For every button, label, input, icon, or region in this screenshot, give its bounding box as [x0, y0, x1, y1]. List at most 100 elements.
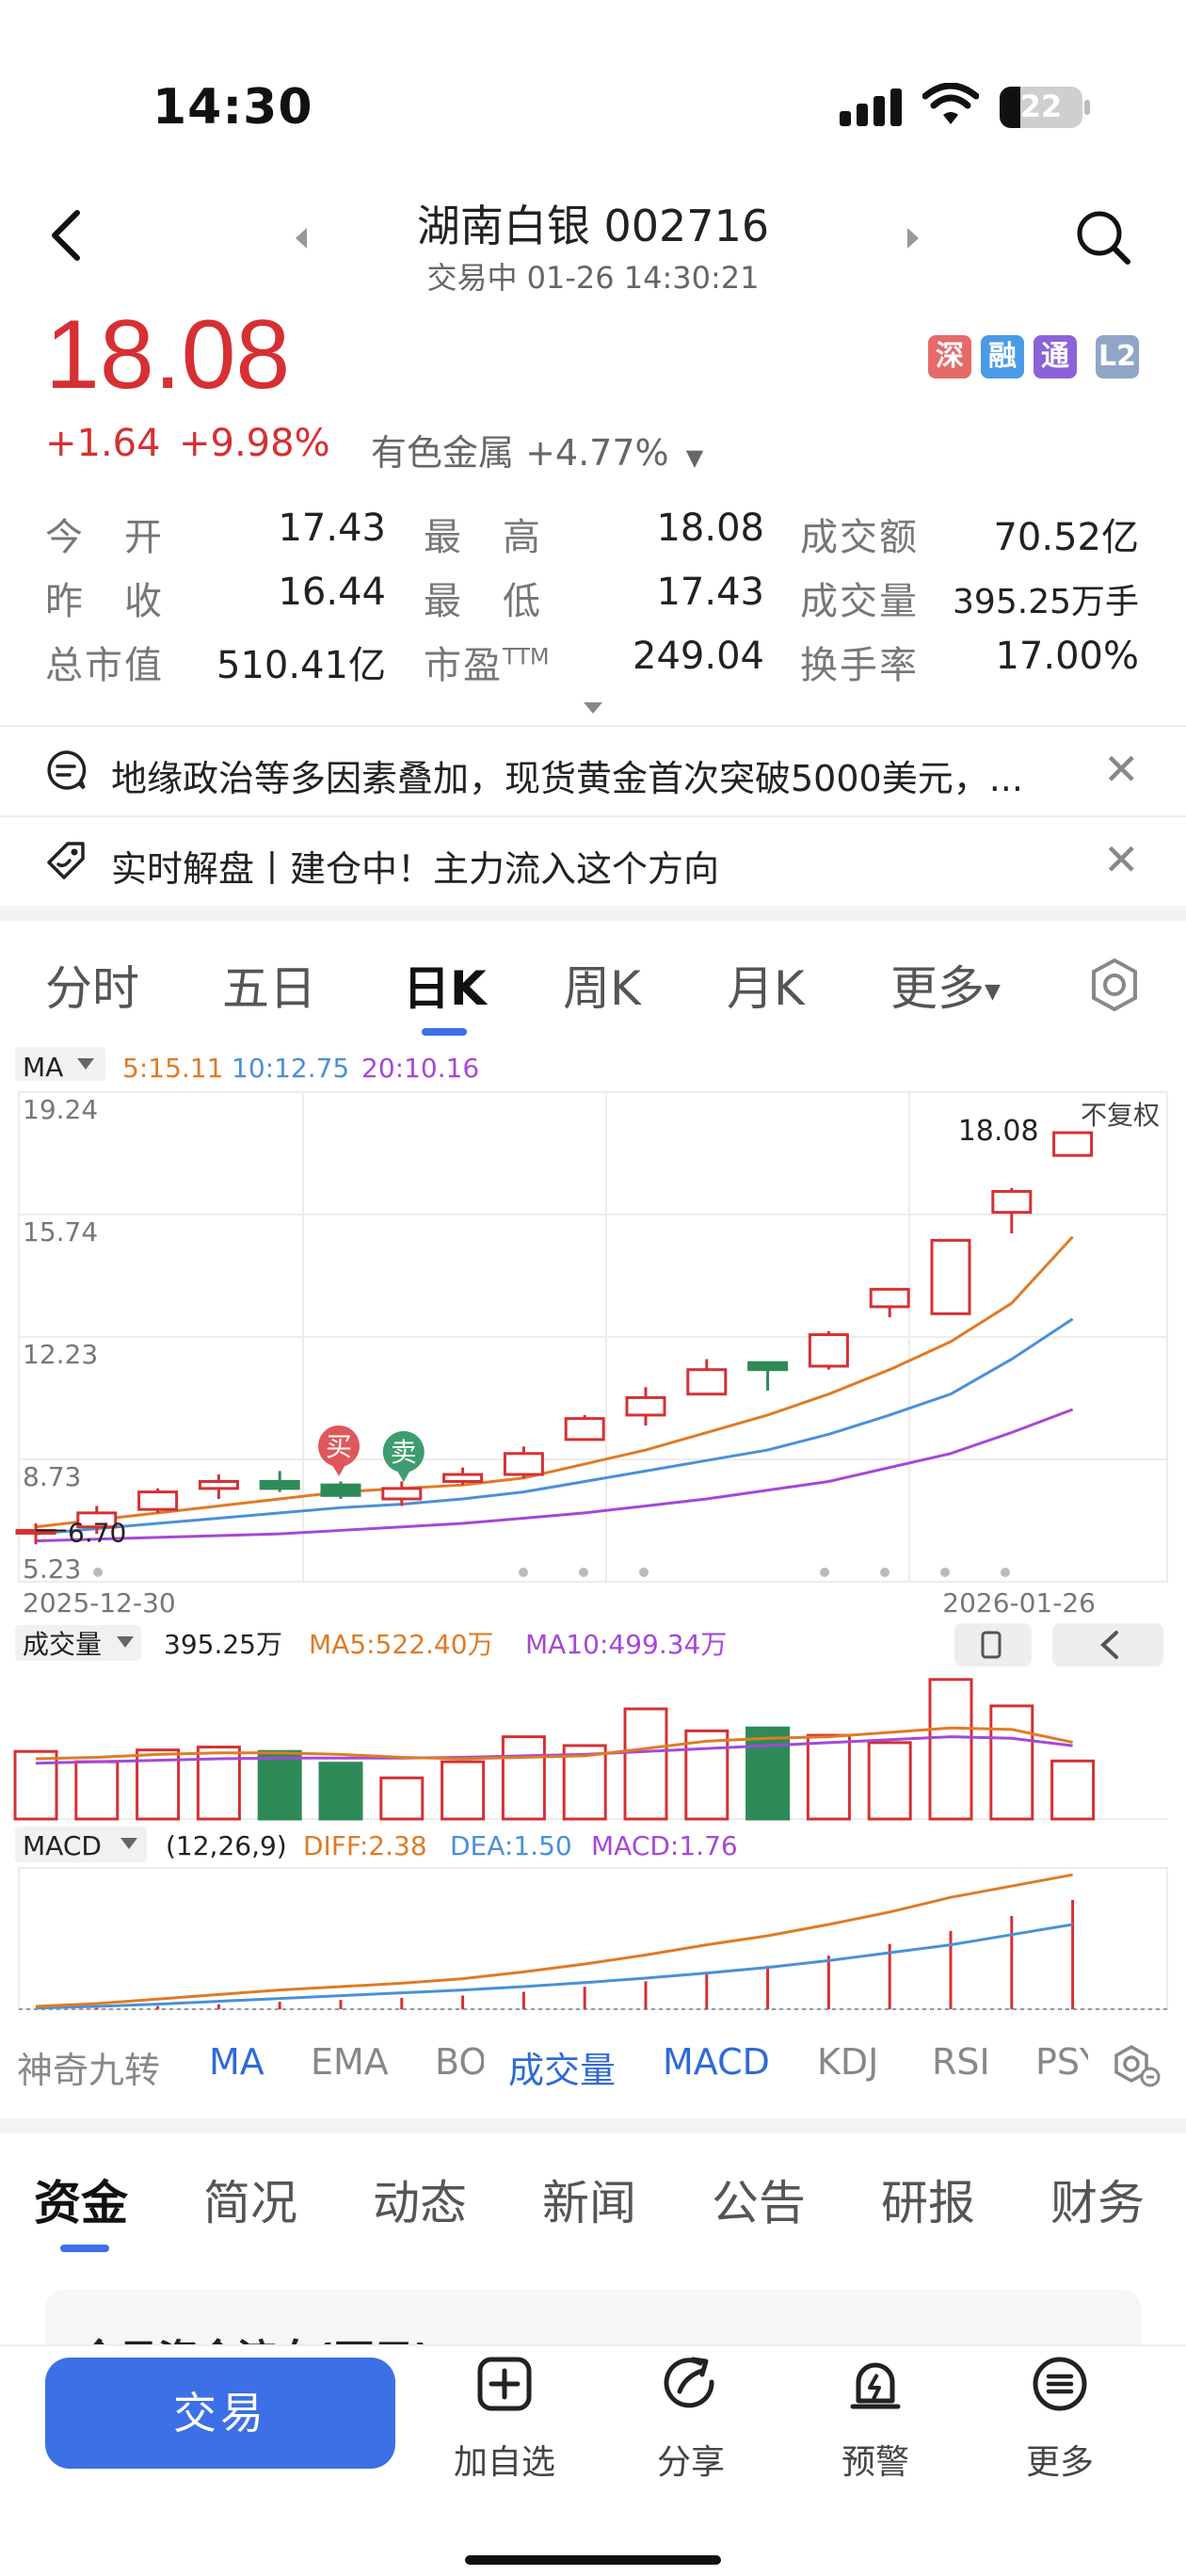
date-axis-end: 2026-01-26: [942, 1587, 1096, 1618]
tab-funds[interactable]: 资金: [34, 2165, 128, 2233]
price-change: +1.64: [45, 422, 161, 465]
market-badge: 融: [981, 335, 1024, 378]
home-indicator: [465, 2555, 721, 2565]
candle-body: [747, 1360, 789, 1372]
event-dot: [880, 1568, 890, 1577]
trading-status: 交易中 01-26 14:30:21: [426, 260, 760, 296]
macd-diff-legend: DIFF:2.38: [303, 1830, 427, 1861]
settings-icon[interactable]: [1086, 957, 1143, 1013]
tab-intraday[interactable]: 分时: [45, 951, 139, 1019]
volume-toggle-button: [954, 1623, 1032, 1666]
candle-body: [320, 1483, 361, 1497]
buy-marker-pointer: [331, 1463, 346, 1476]
tab-financials[interactable]: 财务: [1050, 2165, 1145, 2233]
tab-five-day[interactable]: 五日: [222, 951, 316, 1019]
tab-dynamics[interactable]: 动态: [373, 2165, 467, 2233]
tab-weekly-k[interactable]: 周K: [563, 951, 641, 1019]
pe-ttm-sup: TTM: [503, 643, 550, 670]
news-text-2: 实时解盘丨建仓中！主力流入这个方向: [111, 848, 720, 890]
indicator-tab-kdj[interactable]: KDJ: [817, 2041, 878, 2083]
wifi-icon: [922, 83, 979, 124]
candle-body: [137, 1490, 179, 1511]
search-icon[interactable]: [1073, 207, 1133, 267]
candle-body: [1052, 1131, 1094, 1157]
volume-label: 成交量: [23, 1629, 102, 1660]
candle-body: [991, 1189, 1033, 1215]
event-dot: [579, 1568, 588, 1577]
low-value: 17.43: [656, 571, 764, 614]
news-text-1: 地缘政治等多因素叠加，现货黄金首次突破5000美元，...: [111, 758, 1023, 799]
turnover-value: 17.00%: [995, 635, 1139, 678]
plus-icon: [477, 2357, 532, 2411]
event-dot: [639, 1568, 649, 1577]
chevron-down-icon: ▼: [985, 980, 1001, 1004]
low-price-label: 6.70: [68, 1517, 126, 1548]
tab-monthly-k[interactable]: 月K: [727, 951, 805, 1019]
tab-profile[interactable]: 简况: [203, 2165, 297, 2233]
event-dot: [93, 1568, 103, 1577]
indicator-tab-ema[interactable]: EMA: [311, 2041, 389, 2083]
macd-value-legend: MACD:1.76: [591, 1830, 738, 1861]
macd-dea-legend: DEA:1.50: [450, 1830, 572, 1861]
ma10-line: [35, 1317, 1074, 1536]
volume-bar: [989, 1704, 1034, 1821]
tab-research[interactable]: 研报: [881, 2165, 975, 2233]
alert-label: 预警: [841, 2443, 909, 2482]
tab-news[interactable]: 新闻: [542, 2165, 636, 2233]
close-icon[interactable]: ✕: [1103, 744, 1140, 795]
macd-params: (12,26,9): [166, 1830, 287, 1861]
ma20-legend: 20:10.16: [361, 1053, 479, 1084]
kline-chart[interactable]: MA 5:15.11 10:12.75 20:10.16 19.24 15.74 12.23…: [0, 1036, 1186, 2053]
price-axis-label: 19.24: [23, 1094, 98, 1125]
ma5-line: [35, 1235, 1074, 1529]
ma-label: MA: [23, 1052, 63, 1083]
volume-ma10-line: [35, 1735, 1073, 1765]
alert-icon: [850, 2362, 901, 2409]
indicator-tab-psy[interactable]: PSY: [1035, 2041, 1088, 2083]
candle-body: [381, 1487, 423, 1501]
ma10-legend: 10:12.75: [232, 1053, 349, 1084]
status-bar: 14:30 22: [0, 0, 1186, 169]
price-axis-label: 12.23: [23, 1339, 98, 1370]
indicator-tab-rsi[interactable]: RSI: [932, 2041, 990, 2083]
macd-label: MACD: [23, 1830, 102, 1861]
next-stock-icon[interactable]: [904, 226, 922, 250]
high-value: 18.08: [656, 507, 764, 550]
trade-button[interactable]: 交易: [45, 2358, 395, 2469]
candle-body: [625, 1395, 666, 1417]
market-cap-value: 510.41亿: [216, 644, 386, 687]
volume-bar: [928, 1678, 973, 1821]
open-value: 17.43: [278, 507, 386, 550]
collapse-button: [1052, 1623, 1163, 1666]
volume-bar: [501, 1735, 546, 1821]
signal-icon: [840, 89, 902, 126]
candle-body: [503, 1452, 544, 1476]
event-dot: [1001, 1568, 1010, 1577]
tab-announcements[interactable]: 公告: [712, 2165, 806, 2233]
more-label: 更多: [1025, 2443, 1094, 2482]
sector-link[interactable]: 有色金属 +4.77% ▼: [371, 424, 703, 475]
volume-label: 成交量: [800, 580, 919, 623]
stock-header: 湖南白银 002716 交易中 01-26 14:30:21: [0, 179, 1186, 311]
close-icon[interactable]: ✕: [1103, 834, 1140, 885]
indicator-tab-boll[interactable]: BOLL: [435, 2041, 484, 2083]
market-badge: L2: [1096, 335, 1139, 378]
volume-bar: [318, 1762, 363, 1821]
indicator-settings-icon[interactable]: [1111, 2043, 1163, 2088]
market-cap-label: 总市值: [45, 644, 164, 687]
expand-stats-icon[interactable]: [582, 700, 604, 716]
candle-body: [442, 1473, 484, 1483]
indicator-tab-jiuzhuan[interactable]: 神奇九转: [17, 2041, 160, 2093]
stock-title: 湖南白银 002716: [416, 201, 770, 251]
volume-ma10-legend: MA10:499.34万: [525, 1629, 727, 1660]
volume-value: 395.25万手: [953, 583, 1139, 621]
indicator-tab-ma[interactable]: MA: [209, 2041, 264, 2083]
tab-daily-k[interactable]: 日K: [403, 951, 487, 1019]
share-icon: [664, 2357, 714, 2408]
current-price: 18.08: [45, 300, 291, 410]
indicator-tab-macd[interactable]: MACD: [663, 2041, 770, 2083]
tab-more[interactable]: 更多▼: [890, 951, 1001, 1019]
indicator-tab-volume[interactable]: 成交量: [508, 2041, 616, 2093]
volume-bar: [1050, 1759, 1096, 1821]
more-icon: [1033, 2357, 1087, 2411]
